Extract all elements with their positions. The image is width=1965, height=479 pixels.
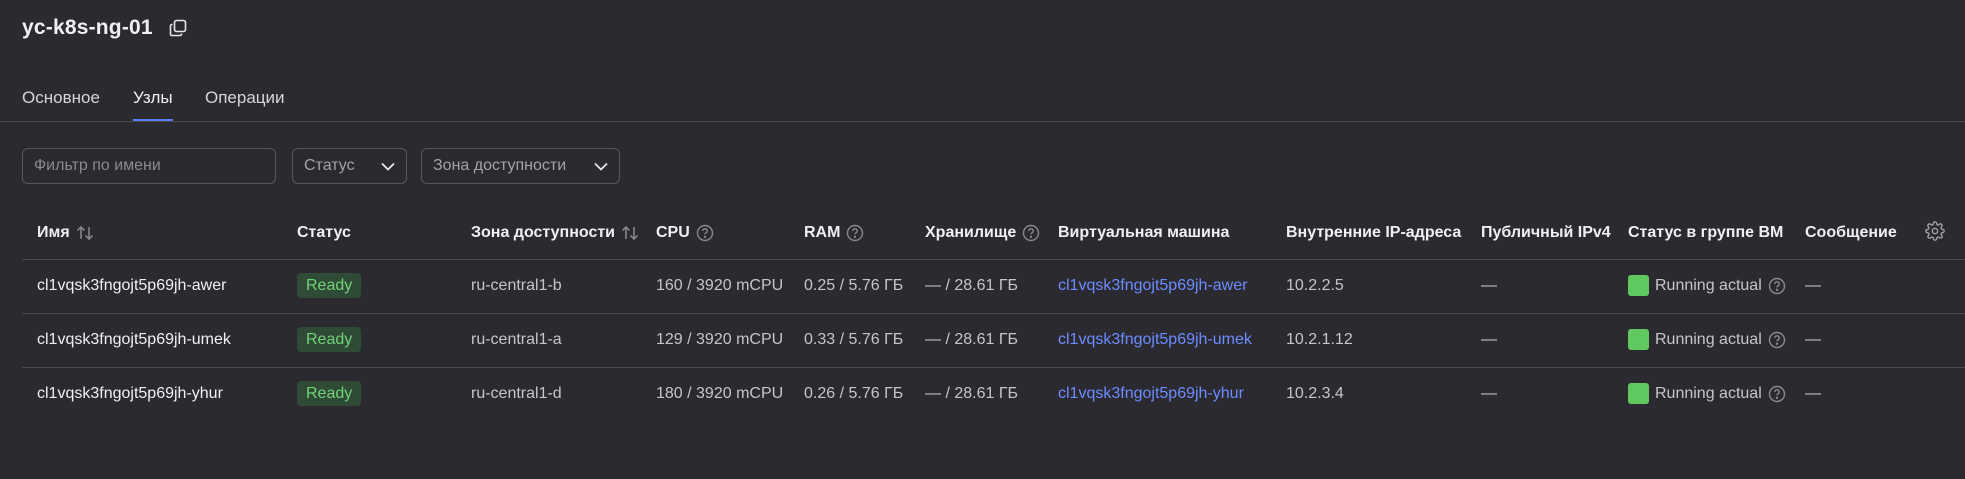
- ip-cell: 10.2.2.5: [1286, 277, 1344, 294]
- running-status-icon: [1628, 275, 1649, 296]
- column-header-message: Сообщение: [1805, 224, 1897, 242]
- public-ip-cell: —: [1481, 385, 1497, 402]
- help-icon[interactable]: [1768, 331, 1786, 349]
- vm-status-label: Running actual: [1655, 330, 1762, 348]
- sort-icon[interactable]: [621, 226, 639, 240]
- ram-cell: 0.26 / 5.76 ГБ: [804, 385, 904, 402]
- column-label: Виртуальная машина: [1058, 224, 1230, 241]
- help-icon[interactable]: [1022, 224, 1040, 242]
- vm-status-label: Running actual: [1655, 384, 1762, 402]
- vm-link[interactable]: cl1vqsk3fngojt5p69jh-awer: [1058, 277, 1247, 295]
- column-label: CPU: [656, 224, 690, 241]
- running-status-icon: [1628, 383, 1649, 404]
- help-icon[interactable]: [1768, 385, 1786, 403]
- vm-status-cell: Running actual: [1628, 275, 1786, 296]
- table-row[interactable]: cl1vqsk3fngojt5p69jh-umek Ready ru-centr…: [22, 314, 1965, 368]
- node-name: cl1vqsk3fngojt5p69jh-umek: [37, 331, 231, 348]
- zone-select-label: Зона доступности: [433, 157, 567, 174]
- tab-bar: Основное Узлы Операции: [0, 82, 1965, 122]
- storage-cell: — / 28.61 ГБ: [925, 385, 1018, 402]
- zone-cell: ru-central1-a: [471, 331, 562, 348]
- column-label: Имя: [37, 224, 70, 241]
- help-icon[interactable]: [1768, 277, 1786, 295]
- status-badge: Ready: [297, 381, 362, 406]
- public-ip-cell: —: [1481, 277, 1497, 294]
- message-cell: —: [1805, 385, 1821, 402]
- gear-icon[interactable]: [1925, 221, 1945, 246]
- page-header: yc-k8s-ng-01: [22, 16, 189, 40]
- node-name: cl1vqsk3fngojt5p69jh-awer: [37, 277, 227, 294]
- zone-select[interactable]: Зона доступности: [421, 148, 620, 184]
- vm-status-label: Running actual: [1655, 276, 1762, 294]
- ip-cell: 10.2.1.12: [1286, 331, 1353, 348]
- column-header-zone[interactable]: Зона доступности: [471, 224, 639, 242]
- table-header: Имя Статус Зона доступности CPU RAM Хран: [22, 206, 1965, 260]
- column-header-cpu: CPU: [656, 224, 714, 242]
- status-select[interactable]: Статус: [292, 148, 407, 184]
- public-ip-cell: —: [1481, 331, 1497, 348]
- name-filter-input[interactable]: [22, 148, 276, 184]
- ram-cell: 0.25 / 5.76 ГБ: [804, 277, 904, 294]
- message-cell: —: [1805, 331, 1821, 348]
- vm-link[interactable]: cl1vqsk3fngojt5p69jh-yhur: [1058, 385, 1244, 403]
- column-header-name[interactable]: Имя: [37, 224, 94, 242]
- column-label: Публичный IPv4: [1481, 224, 1611, 241]
- ram-cell: 0.33 / 5.76 ГБ: [804, 331, 904, 348]
- cpu-cell: 129 / 3920 mCPU: [656, 331, 784, 348]
- node-name: cl1vqsk3fngojt5p69jh-yhur: [37, 385, 223, 402]
- message-cell: —: [1805, 277, 1821, 294]
- column-label: Сообщение: [1805, 224, 1897, 241]
- column-label: RAM: [804, 224, 841, 241]
- page-title: yc-k8s-ng-01: [22, 16, 153, 39]
- column-label: Статус: [297, 224, 351, 241]
- vm-status-cell: Running actual: [1628, 383, 1786, 404]
- cpu-cell: 160 / 3920 mCPU: [656, 277, 784, 294]
- column-label: Статус в группе ВМ: [1628, 224, 1784, 241]
- chevron-down-icon: [594, 162, 608, 171]
- running-status-icon: [1628, 329, 1649, 350]
- table-row[interactable]: cl1vqsk3fngojt5p69jh-awer Ready ru-centr…: [22, 260, 1965, 314]
- column-label: Хранилище: [925, 224, 1017, 241]
- cpu-cell: 180 / 3920 mCPU: [656, 385, 784, 402]
- column-header-vm-status: Статус в группе ВМ: [1628, 224, 1783, 242]
- column-header-ip: Внутренние IP-адреса: [1286, 224, 1461, 242]
- ip-cell: 10.2.3.4: [1286, 385, 1344, 402]
- active-tab-indicator: [133, 119, 173, 121]
- column-label: Внутренние IP-адреса: [1286, 224, 1462, 241]
- zone-cell: ru-central1-b: [471, 277, 562, 294]
- vm-link[interactable]: cl1vqsk3fngojt5p69jh-umek: [1058, 331, 1252, 349]
- column-header-vm: Виртуальная машина: [1058, 224, 1229, 242]
- help-icon[interactable]: [846, 224, 864, 242]
- tab-nodes[interactable]: Узлы: [133, 88, 173, 108]
- chevron-down-icon: [381, 162, 395, 171]
- zone-cell: ru-central1-d: [471, 385, 562, 402]
- sort-icon[interactable]: [76, 226, 94, 240]
- help-icon[interactable]: [696, 224, 714, 242]
- nodes-table: Имя Статус Зона доступности CPU RAM Хран: [22, 206, 1965, 422]
- copy-icon[interactable]: [167, 17, 189, 39]
- status-badge: Ready: [297, 327, 362, 352]
- column-label: Зона доступности: [471, 224, 616, 241]
- vm-status-cell: Running actual: [1628, 329, 1786, 350]
- column-header-public-ip: Публичный IPv4: [1481, 224, 1611, 242]
- status-select-label: Статус: [304, 157, 355, 174]
- tab-overview[interactable]: Основное: [22, 88, 100, 108]
- status-badge: Ready: [297, 273, 362, 298]
- storage-cell: — / 28.61 ГБ: [925, 277, 1018, 294]
- column-header-status: Статус: [297, 224, 351, 242]
- column-header-storage: Хранилище: [925, 224, 1040, 242]
- tab-operations[interactable]: Операции: [205, 88, 285, 108]
- column-header-ram: RAM: [804, 224, 864, 242]
- table-row[interactable]: cl1vqsk3fngojt5p69jh-yhur Ready ru-centr…: [22, 368, 1965, 422]
- storage-cell: — / 28.61 ГБ: [925, 331, 1018, 348]
